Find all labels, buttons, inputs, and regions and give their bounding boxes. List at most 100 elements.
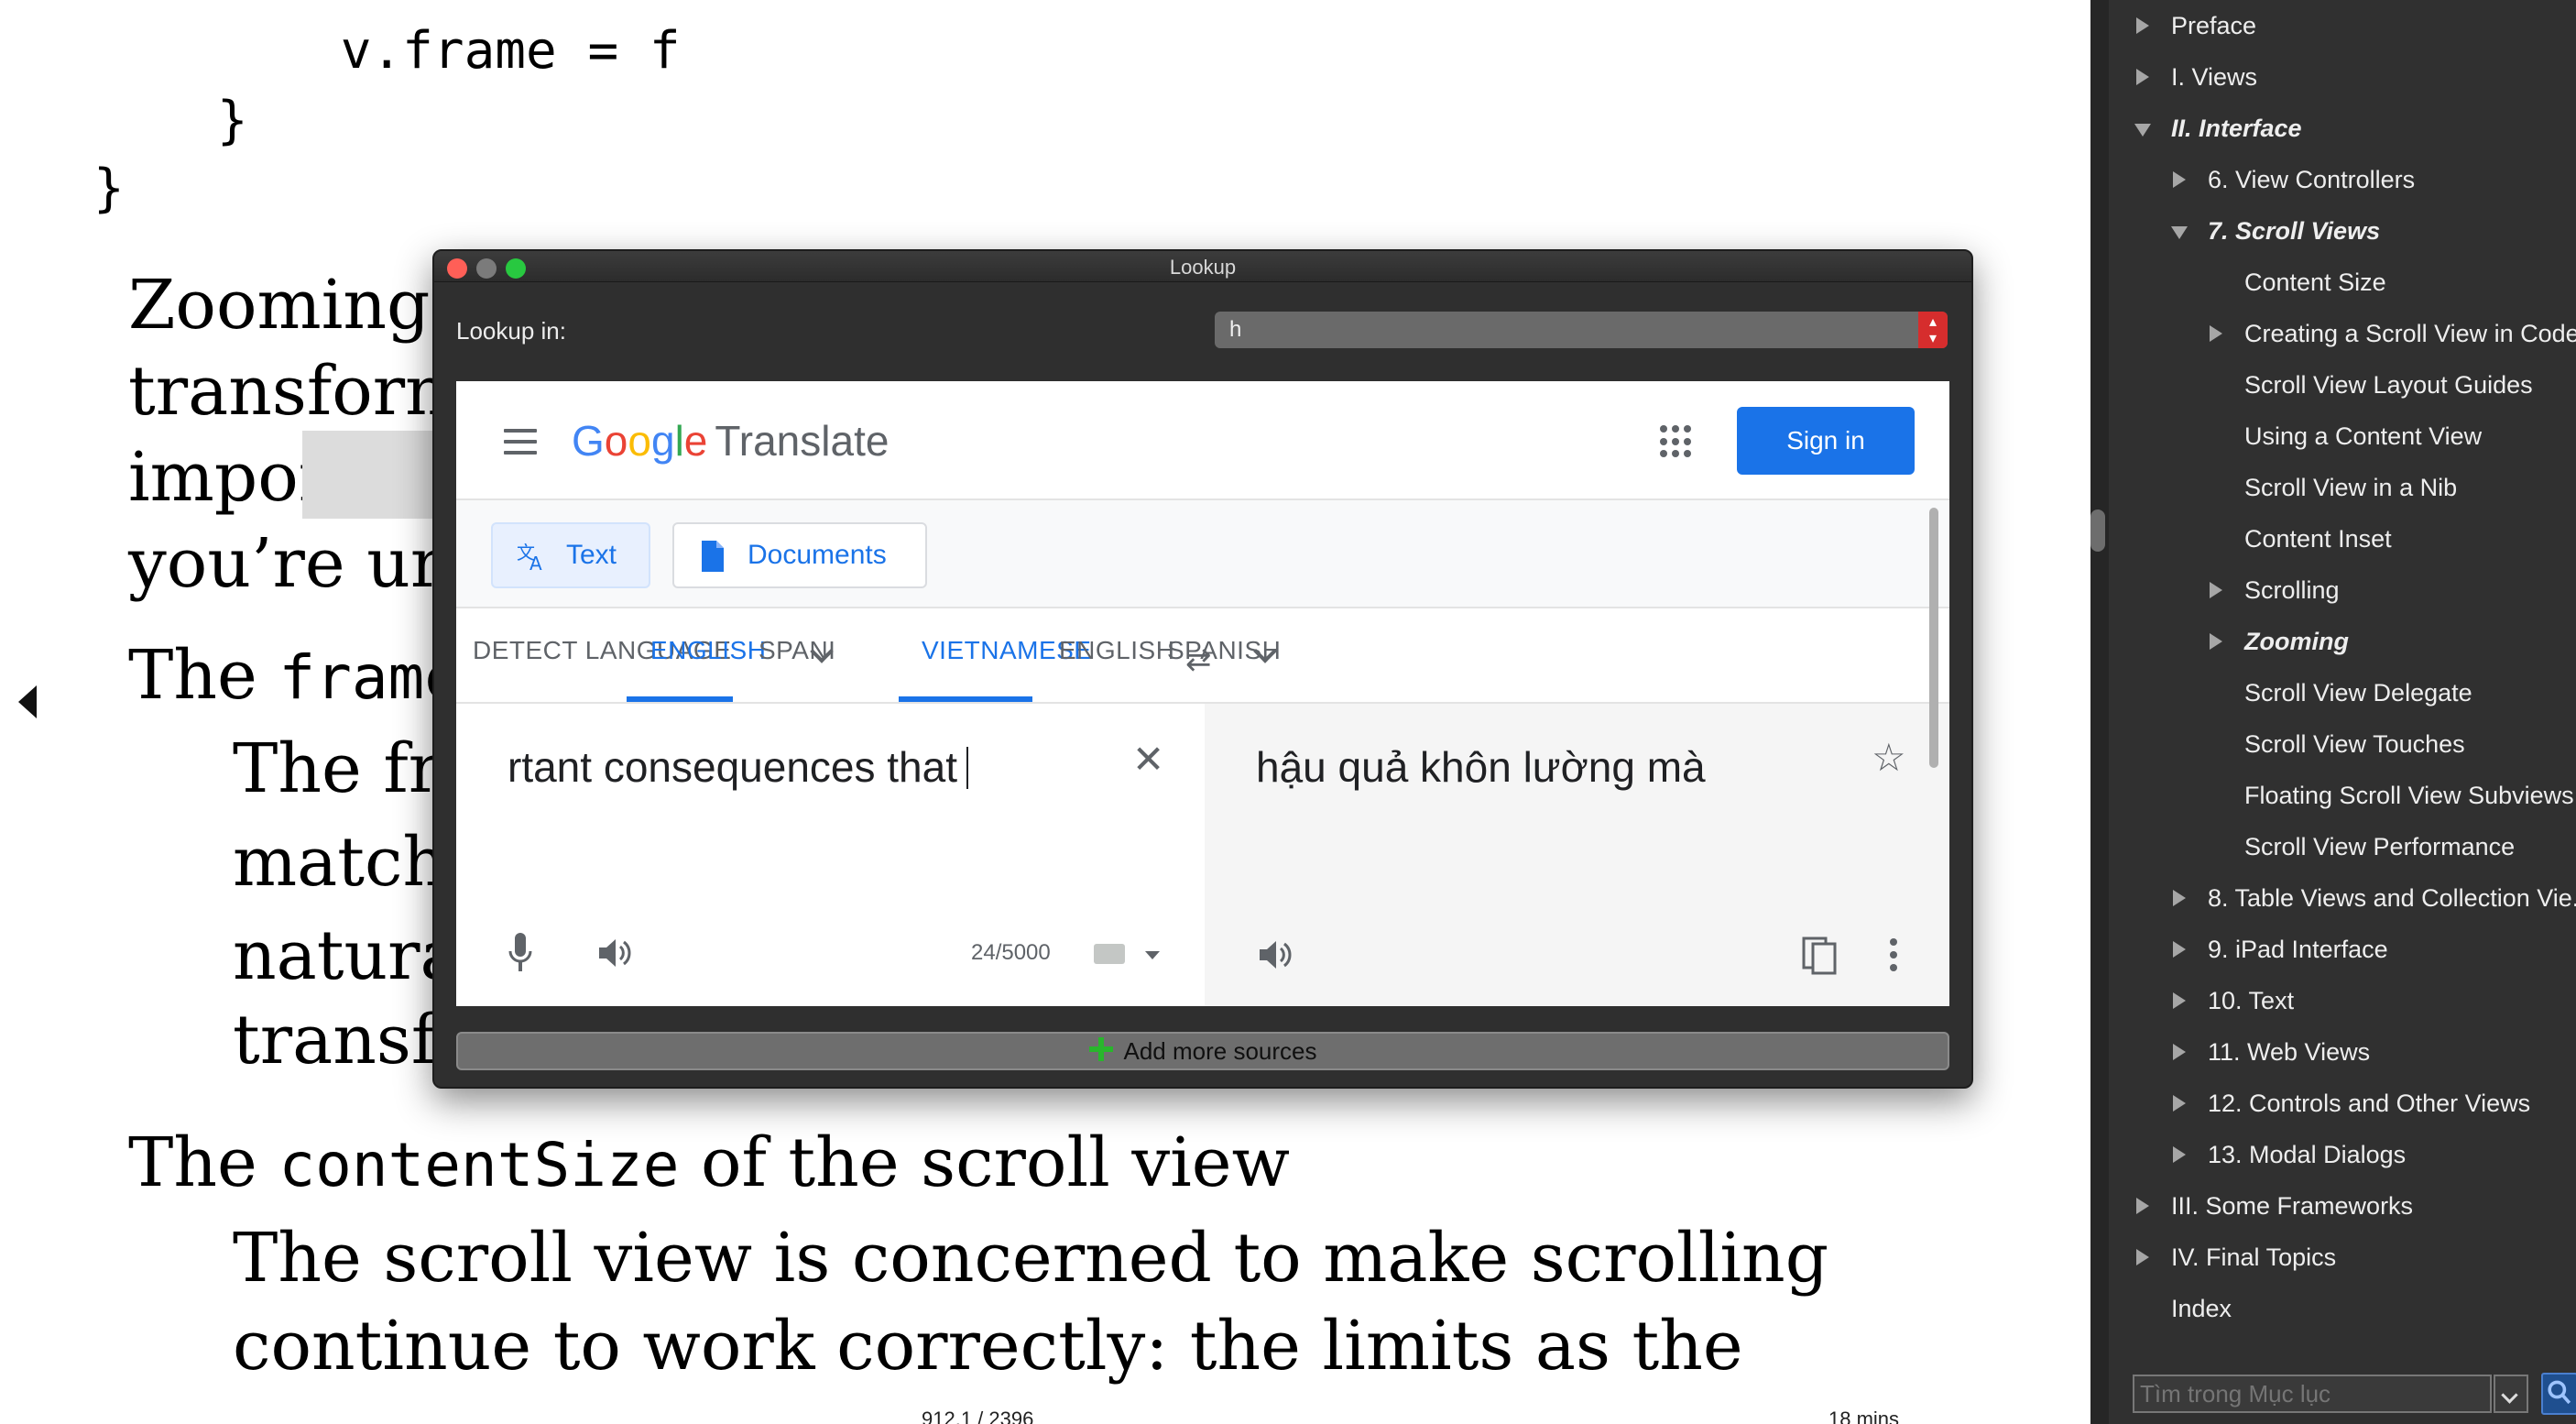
menu-icon[interactable] [504,429,537,455]
disclosure-closed-icon[interactable] [2171,1132,2189,1178]
more-vert-icon[interactable] [1890,938,1897,971]
translate-webview: Google Translate Sign in 文A Text Document… [456,381,1949,1006]
search-icon [2548,1380,2571,1405]
source-text-input[interactable]: rtant consequences that [508,742,968,792]
toc-item-label: 7. Scroll Views [2208,217,2381,245]
lookup-titlebar[interactable]: Lookup [434,251,1971,282]
toc-item-label: Content Inset [2244,525,2392,553]
star-icon[interactable]: ☆ [1872,735,1906,780]
mic-icon[interactable] [508,933,533,973]
toc-item-label: Index [2171,1295,2232,1322]
toc-item-label: Content Size [2244,268,2386,296]
time-remaining: 18 mins [1828,1408,1900,1424]
disclosure-open-icon[interactable] [2134,105,2153,151]
search-button[interactable] [2541,1373,2576,1415]
text-line: you’re ur [128,524,443,603]
clear-icon[interactable]: ✕ [1132,737,1164,782]
disclosure-closed-icon[interactable] [2208,567,2226,613]
disclosure-closed-icon[interactable] [2208,619,2226,664]
speaker-icon[interactable] [1256,937,1293,973]
source-panel[interactable]: rtant consequences that ✕ 24/5000 [456,704,1205,1006]
toc-item-label: 13. Modal Dialogs [2208,1141,2407,1168]
toc-item-label: II. Interface [2171,115,2302,142]
speaker-icon[interactable] [595,935,632,971]
sign-in-button[interactable]: Sign in [1737,407,1915,475]
toc-item-label: Using a Content View [2244,422,2483,450]
toc-item-label: III. Some Frameworks [2171,1192,2414,1220]
disclosure-closed-icon[interactable] [2134,3,2153,49]
add-more-sources-label: Add more sources [1123,1037,1317,1065]
disclosure-closed-icon[interactable] [2171,157,2189,203]
lookup-window: Lookup Lookup in: h ▴ ▾ Google Translate S… [432,249,1973,1089]
toc-item-label: Creating a Scroll View in Code [2244,320,2576,347]
toc-item-label: 10. Text [2208,987,2295,1014]
code-line: v.frame = f [93,21,681,81]
text-line: continue to work correctly: the limits a… [233,1307,1743,1386]
disclosure-open-icon[interactable] [2171,208,2189,254]
add-more-sources-button[interactable]: Add more sources [456,1032,1949,1070]
keyboard-icon[interactable] [1094,944,1125,964]
keyboard-dropdown-icon[interactable] [1145,951,1160,959]
google-translate-logo[interactable]: Google Translate [572,416,889,466]
toc-item-label: 11. Web Views [2208,1038,2371,1066]
target-lang-underline [899,696,1032,702]
disclosure-closed-icon[interactable] [2134,1183,2153,1229]
disclosure-closed-icon[interactable] [2134,54,2153,100]
text-caret [966,747,968,789]
text-line: transf [233,1001,437,1079]
apps-icon[interactable] [1660,425,1693,458]
text-line: transforn [128,352,449,431]
language-bar: DETECT LANGUAGE ENGLISH SPANI ⇄ VIETNAME… [456,608,1949,704]
table-of-contents: Preface I. Views II. Interface 6. View Cont… [2109,0,2576,1424]
target-lang-tab[interactable]: ENGLISH [1059,636,1174,665]
sidebar-divider[interactable] [2090,0,2109,1424]
text-line: The scroll view is concerned to make scr… [233,1219,1829,1298]
text-mode-button[interactable]: 文A Text [491,522,650,588]
logo-letter: e [683,417,708,465]
char-count: 24/5000 [971,940,1051,965]
logo-letter: g [650,417,675,465]
disclosure-closed-icon[interactable] [2171,1029,2189,1075]
disclosure-closed-icon[interactable] [2134,1234,2153,1280]
disclosure-closed-icon[interactable] [2171,875,2189,921]
content-size-code: contentSize [278,1130,680,1200]
updown-chevron-icon[interactable]: ▴ ▾ [1918,312,1948,348]
collapse-arrow-icon[interactable] [18,685,37,718]
toc-item-label: Scroll View Delegate [2244,679,2472,707]
toc-item-label: Scroll View Touches [2244,730,2465,758]
copy-icon[interactable] [1802,933,1839,975]
webview-scrollbar[interactable] [1927,508,1940,997]
content-size-post: of the scroll view [679,1123,1290,1202]
disclosure-closed-icon[interactable] [2171,1080,2189,1126]
source-lang-tab-active[interactable]: ENGLISH [650,636,766,665]
logo-letter: l [674,417,684,465]
disclosure-closed-icon[interactable] [2171,926,2189,972]
text-line: match [233,823,447,902]
mode-bar: 文A Text Documents [456,500,1949,608]
divider-handle[interactable] [2090,509,2105,552]
documents-mode-button[interactable]: Documents [672,522,927,588]
disclosure-closed-icon[interactable] [2171,978,2189,1024]
search-dropdown-button[interactable] [2494,1375,2528,1413]
logo-letter: G [572,417,605,465]
lookup-source-select[interactable]: h ▴ ▾ [1215,312,1948,348]
lookup-source-value: h [1229,317,1242,342]
toc-item-label: 9. iPad Interface [2208,936,2388,963]
svg-text:A: A [529,553,542,572]
code-line: } [93,159,125,218]
disclosure-closed-icon[interactable] [2208,311,2226,356]
frame-heading: The frame [128,641,461,709]
document-icon [702,541,724,572]
frame-heading-pre: The [128,636,279,715]
toc-item-label: Scroll View in a Nib [2244,474,2458,501]
text-line: The fr [233,729,442,808]
toc-item-label: Scroll View Performance [2244,833,2516,860]
source-text: rtant consequences that [508,743,957,791]
webview-scroll-thumb[interactable] [1929,508,1938,768]
lookup-in-label: Lookup in: [456,317,566,345]
toc-search-input[interactable] [2133,1375,2492,1413]
toc-item-label: Scrolling [2244,576,2340,604]
toc-item-label: I. Views [2171,63,2258,91]
content-size-heading: The contentSize of the scroll view [128,1129,1290,1197]
translate-header: Google Translate Sign in [456,381,1949,500]
